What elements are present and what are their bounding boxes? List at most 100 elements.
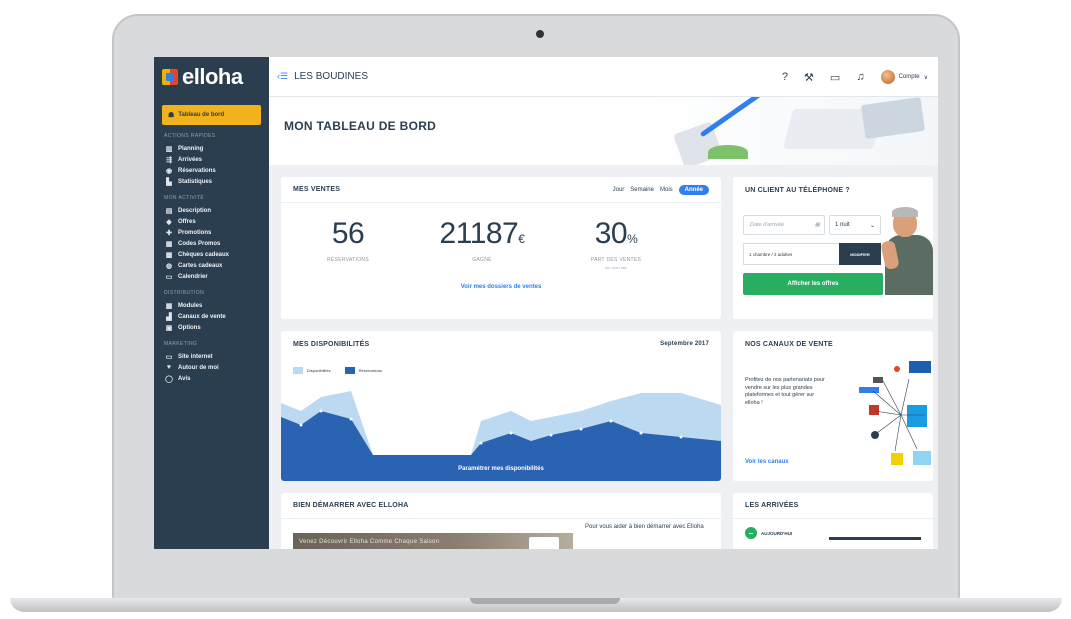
arrivals-today[interactable]: – AUJOURD'HUI [745, 527, 792, 539]
top-icons: ? ⚒ ▭ ♫ Compte ∨ [782, 57, 928, 97]
legend-reservations: Réservations [344, 367, 382, 374]
sidebar-item-label: Planning [178, 145, 204, 152]
reviews-icon: ◯ [165, 375, 173, 383]
sidebar-item-calendrier[interactable]: ▭ Calendrier [154, 271, 269, 282]
tab-mois[interactable]: Mois [660, 187, 673, 193]
stat-unit: € [518, 232, 525, 246]
sidebar-item-promotions[interactable]: ✚ Promotions [154, 227, 269, 238]
sidebar-item-label: Modules [178, 302, 203, 309]
sidebar-item-label: Arrivées [178, 156, 203, 163]
video-caption: Venez Découvrir Elloha Comme Chaque Sais… [299, 539, 440, 545]
options-icon: ▣ [165, 324, 173, 332]
channels-link[interactable]: Voir les canaux [745, 459, 789, 465]
sidebar-item-label: Codes Promos [178, 240, 221, 247]
offers-icon: ◆ [166, 218, 172, 226]
sales-stats: 56 RÉSERVATIONS 21187€ GAGNÉ 30% PART DE… [281, 203, 721, 270]
sidebar-item-planning[interactable]: ▥ Planning [154, 143, 269, 154]
monitor-icon[interactable]: ▭ [830, 71, 840, 84]
sidebar: elloha ☗ Tableau de bord ACTIONS RAPIDES… [154, 57, 269, 549]
sidebar-item-statistiques[interactable]: ▙ Statistiques [154, 176, 269, 187]
arrivals-title: LES ARRIVÉES [745, 502, 799, 509]
modify-button[interactable]: MODIFIER [839, 243, 881, 265]
sidebar-item-label: Offres [178, 218, 196, 225]
getting-started-title: BIEN DÉMARRER AVEC ELLOHA [293, 502, 409, 509]
arrival-date-input[interactable]: Date d'arrivée ▦ [743, 215, 825, 235]
sales-card: MES VENTES Jour Semaine Mois Année 56 RÉ… [281, 177, 721, 319]
app-screen: elloha ☗ Tableau de bord ACTIONS RAPIDES… [154, 57, 938, 549]
sidebar-item-avis[interactable]: ◯ Avis [154, 373, 269, 384]
sidebar-section-title: MON ACTIVITÉ [164, 195, 205, 201]
sidebar-item-label: Chèques cadeaux [178, 251, 230, 258]
tab-annee[interactable]: Année [678, 184, 709, 195]
legend-availability: Disponibilités [293, 367, 331, 374]
sidebar-item-canaux-de-vente[interactable]: ▟ Canaux de vente [154, 311, 269, 322]
sales-title: MES VENTES [293, 186, 341, 193]
sidebar-nav: ACTIONS RAPIDES ▥ Planning ⇶ Arrivées ◉ Réserv… [154, 133, 269, 384]
gift-vouchers-icon: ▩ [165, 251, 173, 259]
sidebar-item-description[interactable]: ▤ Description [154, 205, 269, 216]
promotions-icon: ✚ [166, 229, 172, 237]
chevron-down-icon: ∨ [923, 74, 928, 81]
sidebar-item-offres[interactable]: ◆ Offres [154, 216, 269, 227]
gift-cards-icon: ◍ [165, 262, 173, 270]
account-label: Compte [898, 74, 920, 80]
channels-icon: ▟ [166, 313, 172, 321]
sidebar-item-autour-de-moi[interactable]: ♥ Autour de moi [154, 362, 269, 373]
account-menu[interactable]: Compte ∨ [880, 70, 928, 84]
stat-label: PART DES VENTES [590, 257, 642, 263]
sidebar-item-cartes-cadeaux[interactable]: ◍ Cartes cadeaux [154, 260, 269, 271]
website-icon: ▭ [165, 353, 173, 361]
hotel-selector[interactable]: ‹☰ LES BOUDINES [277, 71, 368, 82]
reservations-icon: ◉ [165, 167, 173, 175]
dashboard-label: Tableau de bord [178, 112, 225, 118]
stat-value: 56 [331, 217, 365, 250]
page-title: MON TABLEAU DE BORD [284, 119, 437, 133]
stat-unit: % [627, 232, 638, 246]
sidebar-item-label: Description [178, 207, 212, 214]
availability-title: MES DISPONIBILITÉS [293, 340, 370, 348]
sidebar-item-label: Canaux de vente [178, 313, 226, 320]
sidebar-section-title: MARKETING [164, 341, 198, 347]
sidebar-item-site-internet[interactable]: ▭ Site internet [154, 351, 269, 362]
dashboard-icon: ☗ [168, 112, 175, 119]
arrivals-card: LES ARRIVÉES – AUJOURD'HUI [733, 493, 933, 549]
description-icon: ▤ [165, 207, 173, 215]
sidebar-item-réservations[interactable]: ◉ Réservations [154, 165, 269, 176]
modules-icon: ▦ [165, 302, 173, 310]
tab-semaine[interactable]: Semaine [630, 187, 654, 193]
getting-started-text: Pour vous aider à bien démarrer avec Ell… [585, 524, 704, 530]
period-tabs: Jour Semaine Mois Année [613, 184, 709, 195]
nights-select[interactable]: 1 nuit ⌄ [829, 215, 881, 235]
stat-share: 30% PART DES VENTES sur mon site [549, 217, 683, 270]
video-logo-icon [529, 537, 559, 549]
sidebar-item-codes-promos[interactable]: ▦ Codes Promos [154, 238, 269, 249]
date-placeholder: Date d'arrivée [750, 222, 785, 228]
calendar-icon: ▭ [165, 273, 173, 281]
show-offers-button[interactable]: Afficher les offres [743, 273, 883, 295]
sidebar-item-options[interactable]: ▣ Options [154, 322, 269, 333]
sales-records-link[interactable]: Voir mes dossiers de ventes [281, 284, 721, 290]
promo-codes-icon: ▦ [165, 240, 173, 248]
availability-month: Septembre 2017 [660, 341, 709, 347]
tab-jour[interactable]: Jour [613, 187, 625, 193]
rooms-input[interactable]: 1 chambre / 2 adultes [743, 243, 839, 265]
availability-settings-link[interactable]: Paramétrer mes disponibilités [281, 457, 721, 481]
availability-legend: Disponibilités Réservations [293, 367, 382, 374]
tools-icon[interactable]: ⚒ [804, 71, 814, 84]
arrivals-icon: ⇶ [166, 156, 172, 164]
sidebar-item-arrivées[interactable]: ⇶ Arrivées [154, 154, 269, 165]
stat-earned: 21187€ GAGNÉ [415, 217, 549, 270]
help-icon[interactable]: ? [782, 71, 788, 83]
sidebar-item-chèques-cadeaux[interactable]: ▩ Chèques cadeaux [154, 249, 269, 260]
avatar [880, 70, 895, 84]
page-header: MON TABLEAU DE BORD [269, 97, 938, 165]
bell-icon[interactable]: ♫ [856, 71, 864, 83]
sidebar-item-label: Autour de moi [178, 364, 219, 371]
sidebar-item-modules[interactable]: ▦ Modules [154, 300, 269, 311]
logo[interactable]: elloha [154, 57, 269, 97]
logo-mark-icon [162, 69, 178, 85]
availability-card: MES DISPONIBILITÉS Septembre 2017 Dispon… [281, 331, 721, 481]
stat-value: 30 [594, 217, 628, 250]
sidebar-item-label: Calendrier [178, 273, 208, 280]
dashboard-button[interactable]: ☗ Tableau de bord [162, 105, 261, 125]
